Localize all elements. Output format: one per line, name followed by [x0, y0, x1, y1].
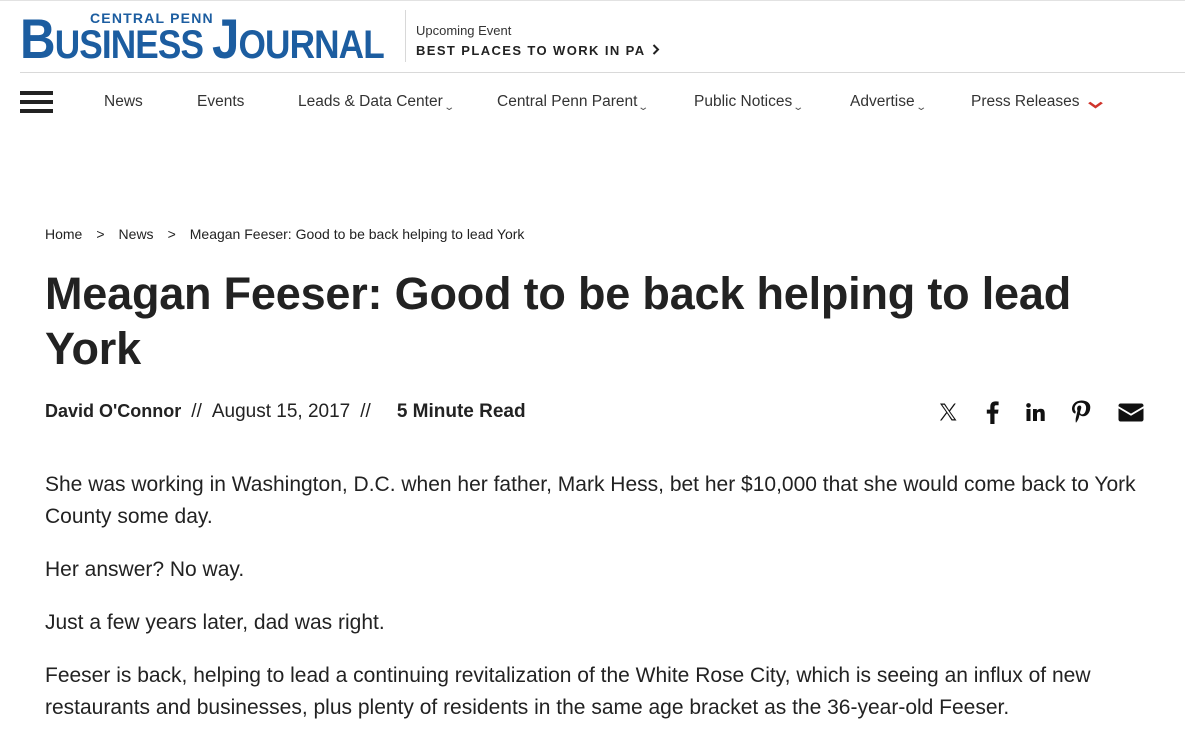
facebook-icon[interactable]: [982, 398, 1002, 426]
nav-item-public-notices[interactable]: Public Notices⌄: [694, 93, 805, 113]
publish-date: August 15, 2017: [211, 401, 351, 422]
article-paragraph: Feeser is back, helping to lead a contin…: [45, 664, 1091, 719]
breadcrumb: Home > News > Meagan Feeser: Good to be back…: [45, 226, 524, 242]
nav-item-news[interactable]: News: [104, 93, 143, 111]
article-paragraph: Her answer? No way.: [45, 558, 245, 581]
breadcrumb-home[interactable]: Home: [45, 226, 82, 242]
nav-item-advertise[interactable]: Advertise⌄: [850, 93, 927, 113]
nav-item-label: News: [104, 93, 143, 110]
header-rule: [20, 72, 1185, 73]
nav-item-label: Press Releases: [971, 93, 1080, 110]
article-title: Meagan Feeser: Good to be back helping t…: [45, 268, 1071, 374]
email-icon[interactable]: [1117, 398, 1145, 426]
byline-separator: //: [191, 401, 202, 422]
nav-item-press-releases[interactable]: Press Releases: [971, 93, 1103, 112]
event-link-text: BEST PLACES TO WORK IN PA: [416, 43, 646, 58]
chevron-down-icon: ⌄: [914, 102, 927, 113]
nav-item-label: Leads & Data Center: [298, 93, 443, 110]
chevron-down-icon: ⌄: [443, 102, 455, 113]
logo-wordmark: BUSINESS JOURNAL: [20, 7, 385, 70]
nav-item-label: Public Notices: [694, 93, 793, 110]
chevron-down-icon: [1087, 97, 1103, 112]
breadcrumb-separator: >: [96, 226, 105, 242]
breadcrumb-news[interactable]: News: [119, 226, 154, 242]
event-link[interactable]: BEST PLACES TO WORK IN PA: [416, 43, 660, 58]
article-paragraph: She was working in Washington, D.C. when…: [45, 473, 1136, 528]
pinterest-icon[interactable]: [1069, 398, 1093, 426]
read-time: 5 Minute Read: [396, 401, 526, 422]
chevron-down-icon: ⌄: [637, 102, 650, 113]
nav-item-central-penn-parent[interactable]: Central Penn Parent⌄: [497, 93, 650, 113]
nav-item-leads-data-center[interactable]: Leads & Data Center⌄: [298, 93, 455, 113]
article-paragraph: Just a few years later, dad was right.: [45, 611, 385, 634]
article-byline: David O'Connor // August 15, 2017 // 5 Minut…: [45, 401, 526, 423]
x-icon[interactable]: [936, 398, 960, 426]
nav-item-label: Advertise: [850, 93, 915, 110]
linkedin-icon[interactable]: [1024, 398, 1046, 426]
nav-item-events[interactable]: Events: [197, 93, 244, 111]
header-divider: [405, 10, 406, 62]
author-name[interactable]: David O'Connor: [45, 401, 181, 421]
menu-icon[interactable]: [20, 91, 53, 113]
chevron-down-icon: ⌄: [792, 102, 805, 113]
event-label: Upcoming Event: [416, 23, 512, 38]
byline-separator: //: [360, 401, 371, 422]
nav-item-label: Events: [197, 93, 245, 110]
breadcrumb-current: Meagan Feeser: Good to be back helping t…: [189, 226, 525, 242]
site-logo[interactable]: CENTRAL PENN BUSINESS JOURNAL: [20, 8, 400, 67]
breadcrumb-separator: >: [167, 226, 176, 242]
nav-item-label: Central Penn Parent: [497, 93, 638, 110]
site-header: CENTRAL PENN BUSINESS JOURNAL Upcoming E…: [0, 0, 1185, 72]
chevron-right-icon: [652, 44, 660, 58]
article-body: She was working in Washington, D.C. when…: [45, 469, 1145, 745]
upcoming-event: Upcoming Event BEST PLACES TO WORK IN PA: [416, 23, 660, 58]
